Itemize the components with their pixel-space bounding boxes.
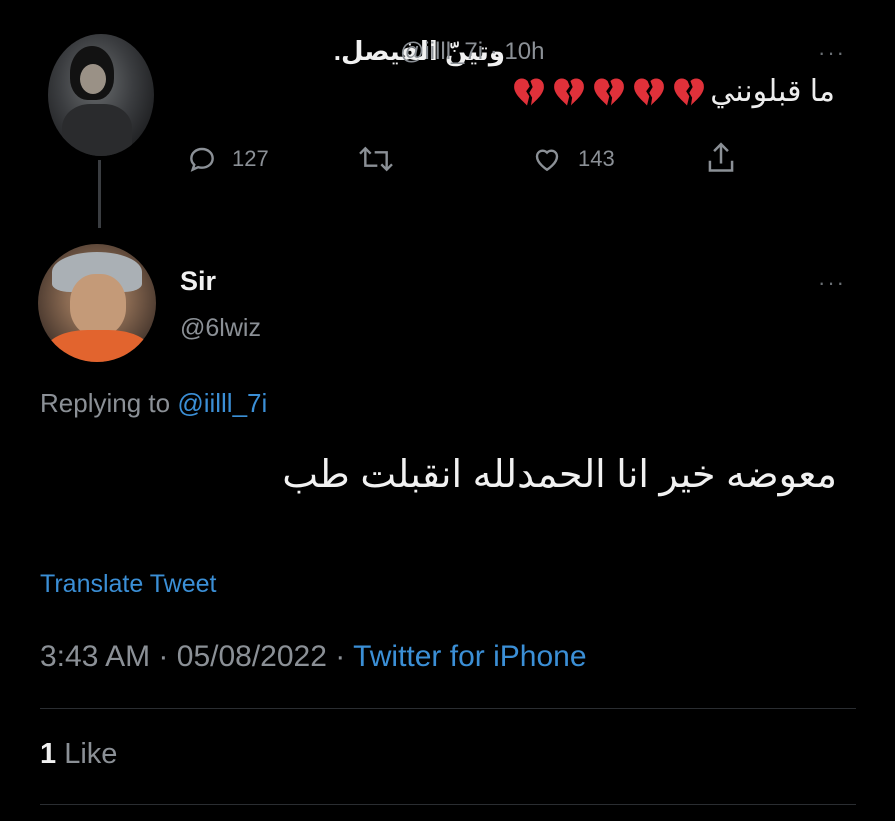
reply-count: 127 — [232, 146, 269, 171]
parent-tweet-text: ما قبلونني — [512, 74, 835, 109]
broken-heart-icon — [674, 77, 705, 105]
replying-prefix: Replying to — [40, 388, 171, 418]
reply-avatar[interactable] — [38, 244, 156, 362]
parent-handle[interactable]: @iilll_7i — [400, 38, 483, 65]
like-action[interactable]: 143 — [530, 143, 615, 175]
meta-separator-2: · — [335, 640, 346, 673]
reply-icon — [190, 147, 214, 172]
share-icon — [708, 142, 734, 172]
parent-more-icon[interactable]: ··· — [818, 40, 846, 66]
tweet-date[interactable]: 05/08/2022 — [177, 640, 327, 673]
broken-heart-icon — [554, 77, 585, 105]
likes-label: Like — [64, 738, 118, 770]
tweet-meta: 3:43 AM · 05/08/2022 · Twitter for iPhon… — [40, 640, 587, 674]
heart-icon — [535, 149, 559, 172]
reply-tweet-text: معوضه خير انا الحمدلله انقبلت طب — [282, 454, 837, 496]
reply-action[interactable]: 127 — [186, 143, 269, 175]
reply-handle[interactable]: @6lwiz — [180, 314, 261, 343]
tweet-source[interactable]: Twitter for iPhone — [353, 640, 586, 673]
divider-top — [40, 708, 856, 709]
broken-heart-icon — [514, 77, 545, 105]
broken-heart-icon — [634, 77, 665, 105]
like-count: 143 — [578, 146, 615, 171]
likes-summary[interactable]: 1 Like — [40, 738, 117, 771]
thread-line — [98, 160, 101, 228]
parent-avatar[interactable] — [48, 34, 154, 156]
parent-handle-row: @iilll_7i · 10h — [400, 38, 544, 66]
parent-time[interactable]: 10h — [504, 38, 544, 65]
reply-more-icon[interactable]: ··· — [818, 270, 846, 296]
share-action[interactable] — [704, 140, 738, 176]
replying-to: Replying to @iilll_7i — [40, 388, 267, 419]
reply-display-name[interactable]: Sir — [180, 266, 216, 297]
retweet-action[interactable] — [356, 143, 396, 175]
meta-separator-1: · — [158, 640, 169, 673]
parent-separator: · — [489, 38, 498, 65]
divider-bottom — [40, 804, 856, 805]
broken-hearts — [512, 76, 706, 108]
tweet-time[interactable]: 3:43 AM — [40, 640, 150, 673]
parent-text: ما قبلونني — [710, 75, 835, 108]
retweet-icon — [359, 146, 393, 172]
likes-count: 1 — [40, 738, 57, 770]
replying-handle[interactable]: @iilll_7i — [177, 388, 267, 418]
translate-tweet-link[interactable]: Translate Tweet — [40, 570, 216, 599]
broken-heart-icon — [594, 77, 625, 105]
